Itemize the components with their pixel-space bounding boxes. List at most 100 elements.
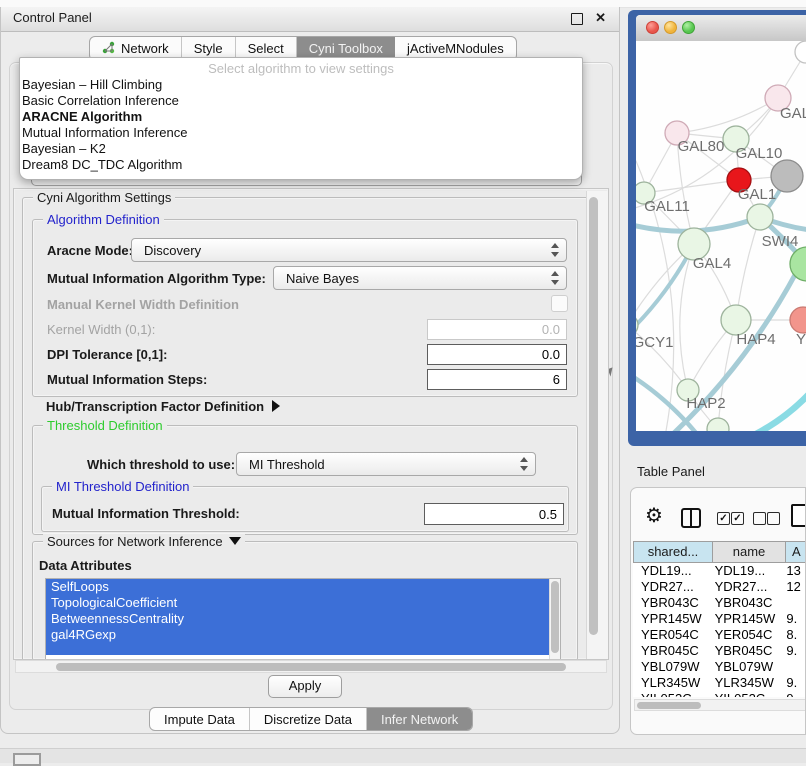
attribute-item[interactable]: gal4RGexp (46, 627, 550, 643)
cell-shared-name: YPR145W (633, 611, 711, 627)
combo-stepper-icon (520, 457, 528, 471)
aracne-mode-select[interactable]: Discovery (131, 238, 567, 262)
network-edge[interactable] (754, 393, 806, 431)
column-header-partial[interactable]: A (785, 541, 806, 563)
attribute-item[interactable]: TopologicalCoefficient (46, 595, 550, 611)
cell-name: YDR27... (711, 579, 781, 595)
table-row[interactable]: YBR045C YBR045C 9. (633, 643, 806, 659)
dropdown-placeholder: Select algorithm to view settings (20, 60, 582, 77)
network-edge[interactable] (644, 180, 739, 193)
gear-icon[interactable]: ⚙ (645, 506, 663, 526)
document-icon[interactable] (791, 504, 806, 527)
table-row[interactable]: YBL079W YBL079W (633, 659, 806, 675)
dropdown-item[interactable]: Dream8 DC_TDC Algorithm (20, 157, 582, 173)
scrollbar-thumb[interactable] (56, 663, 566, 671)
tab-label: Style (194, 41, 223, 56)
cell-name: YDL19... (711, 563, 781, 579)
dropdown-item[interactable]: Bayesian – K2 (20, 141, 582, 157)
hub-definition-label: Hub/Transcription Factor Definition (46, 399, 264, 414)
algorithm-definition-group: Algorithm Definition Aracne Mode: Discov… (32, 219, 578, 397)
cell-shared-name: YLR345W (633, 675, 711, 691)
cyni-settings-scrollpane: Cyni Algorithm Settings Algorithm Defini… (13, 188, 609, 660)
table-panel-title: Table Panel (637, 464, 705, 479)
network-edge[interactable] (736, 217, 760, 320)
scrollbar-thumb[interactable] (637, 702, 701, 709)
table-row[interactable]: YDR27... YDR27... 12 (633, 579, 806, 595)
dropdown-items: Bayesian – Hill Climbing Basic Correlati… (20, 77, 582, 173)
dropdown-item[interactable]: Basic Correlation Inference (20, 93, 582, 109)
kernel-width-field[interactable] (427, 319, 567, 340)
attribute-item[interactable]: BetweennessCentrality (46, 611, 550, 627)
checked-checkbox-icon[interactable]: ✓ (731, 512, 744, 525)
threshold-definition-group: Threshold Definition Which threshold to … (32, 425, 578, 535)
close-icon[interactable]: ✕ (595, 10, 606, 26)
table-rows: YDL19... YDL19... 13 YDR27... YDR27... 1… (633, 563, 806, 697)
network-node-label: HAP4 (736, 331, 775, 348)
minimized-window-icon[interactable] (13, 753, 41, 766)
minimize-traffic-light[interactable] (664, 21, 677, 34)
manual-kernel-width-checkbox[interactable] (551, 295, 568, 312)
mi-threshold-field[interactable] (424, 503, 564, 525)
scrollbar-thumb[interactable] (589, 197, 598, 635)
dropdown-item[interactable]: Bayesian – Hill Climbing (20, 77, 582, 93)
settings-vertical-scrollbar[interactable] (586, 191, 609, 659)
which-threshold-label: Which threshold to use: (87, 457, 235, 472)
columns-icon[interactable] (681, 508, 701, 528)
attributes-vertical-scrollbar[interactable] (549, 579, 560, 659)
cell-name: YLR345W (711, 675, 781, 691)
network-node[interactable] (795, 41, 806, 63)
control-panel-titlebar[interactable]: Control Panel ✕ (1, 7, 619, 32)
checked-checkbox-icon[interactable]: ✓ (717, 512, 730, 525)
settings-horizontal-scrollbar[interactable] (15, 660, 607, 673)
tab-label: Discretize Data (264, 712, 352, 727)
dpi-tolerance-field[interactable] (427, 344, 567, 365)
network-window-titlebar[interactable] (636, 15, 806, 42)
network-node-y[interactable] (790, 307, 806, 333)
tab-impute-data[interactable]: Impute Data (150, 708, 250, 730)
column-header-shared-name[interactable]: shared... (633, 541, 713, 563)
table-row[interactable]: YLR345W YLR345W 9. (633, 675, 806, 691)
sources-group: Sources for Network Inference Data Attri… (32, 541, 578, 660)
tab-discretize-data[interactable]: Discretize Data (250, 708, 367, 730)
cell-shared-name: YBR043C (633, 595, 711, 611)
column-header-name[interactable]: name (712, 541, 786, 563)
network-canvas[interactable]: GALGAL80GAL10GAL1GAL11SWI4GAL4GCY1HAP4YH… (636, 41, 806, 431)
table-row[interactable]: YPR145W YPR145W 9. (633, 611, 806, 627)
tab-label: Infer Network (381, 712, 458, 727)
group-title: Threshold Definition (43, 418, 167, 433)
attribute-item[interactable]: SelfLoops (46, 579, 550, 595)
table-horizontal-scrollbar[interactable] (634, 699, 806, 711)
mi-algorithm-type-select[interactable]: Naive Bayes (273, 266, 567, 290)
hub-definition-toggle[interactable]: Hub/Transcription Factor Definition (46, 399, 280, 414)
sources-toggle[interactable]: Sources for Network Inference (43, 534, 245, 549)
cell-shared-name: YBL079W (633, 659, 711, 675)
close-traffic-light[interactable] (646, 21, 659, 34)
network-node-label: GAL4 (693, 255, 731, 272)
control-panel-window: Control Panel ✕ Network Style Select Cyn… (0, 7, 620, 734)
tab-infer-network[interactable]: Infer Network (367, 708, 472, 730)
network-node-label: GAL11 (644, 198, 690, 215)
scrollbar-thumb[interactable] (551, 581, 559, 653)
table-row[interactable]: YER054C YER054C 8. (633, 627, 806, 643)
unchecked-checkbox-icon[interactable] (767, 512, 780, 525)
network-node-label: GAL10 (736, 145, 783, 162)
cell-value: 9. (780, 675, 806, 691)
table-row[interactable]: YIL052C YIL052C 9. (633, 691, 806, 697)
apply-button[interactable]: Apply (268, 675, 342, 698)
network-node-label: HAP2 (686, 395, 725, 412)
mi-steps-field[interactable] (427, 369, 567, 390)
zoom-traffic-light[interactable] (682, 21, 695, 34)
table-row[interactable]: YBR043C YBR043C (633, 595, 806, 611)
mi-threshold-label: Mutual Information Threshold: (52, 506, 240, 521)
data-attributes-list[interactable]: SelfLoops TopologicalCoefficient Between… (45, 578, 561, 660)
dropdown-item[interactable]: ARACNE Algorithm (20, 109, 582, 125)
table-row[interactable]: YDL19... YDL19... 13 (633, 563, 806, 579)
unchecked-checkbox-icon[interactable] (753, 512, 766, 525)
algorithm-dropdown-list: Select algorithm to view settings Bayesi… (19, 57, 583, 180)
tab-label: Select (248, 41, 284, 56)
network-node-swi4[interactable] (747, 204, 773, 230)
dropdown-item[interactable]: Mutual Information Inference (20, 125, 582, 141)
float-window-icon[interactable] (571, 13, 583, 25)
which-threshold-select[interactable]: MI Threshold (236, 452, 536, 476)
cell-name: YER054C (711, 627, 781, 643)
